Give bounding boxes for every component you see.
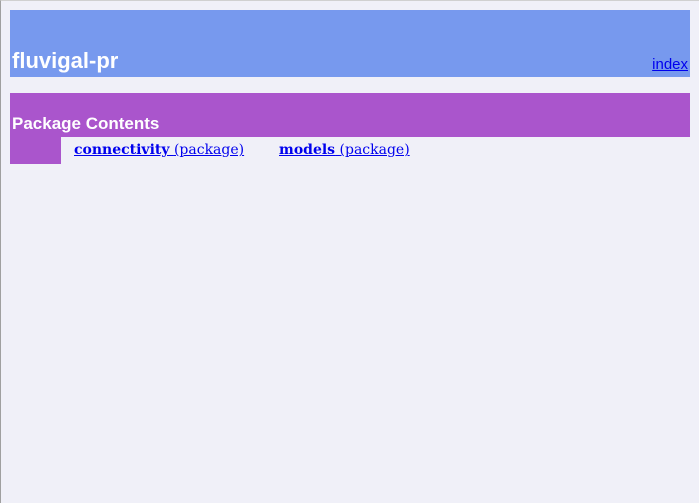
package-link-connectivity[interactable]: connectivity (package) [74, 142, 244, 159]
page-title: fluvigal-pr [12, 48, 119, 73]
package-contents-section: Package Contents connectivity (package) … [10, 93, 690, 164]
section-header: Package Contents [10, 93, 690, 137]
section-body: connectivity (package) models (package) [10, 137, 690, 164]
section-side-bar [10, 137, 61, 164]
page-heading-bar: fluvigal-pr index [10, 10, 690, 77]
package-link-models[interactable]: models (package) [279, 142, 410, 159]
package-kind: (package) [339, 142, 410, 158]
package-name: models [279, 142, 336, 158]
package-name: connectivity [74, 142, 170, 158]
section-title: Package Contents [12, 114, 160, 133]
index-link[interactable]: index [652, 56, 688, 74]
package-kind: (package) [173, 142, 245, 158]
